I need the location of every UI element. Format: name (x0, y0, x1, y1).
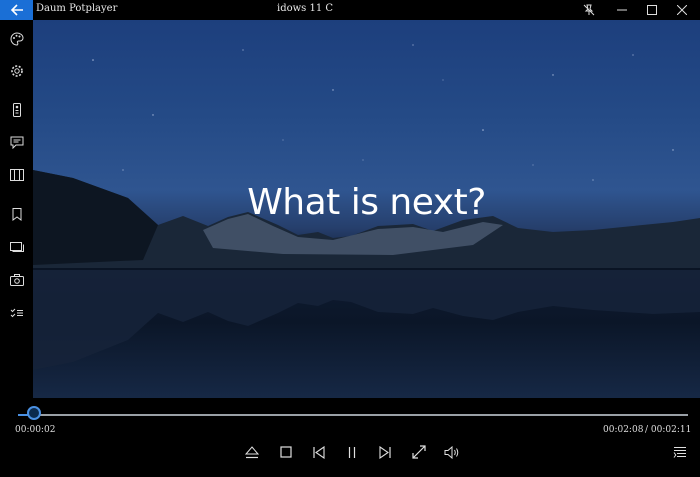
remaining-time: 00:02:08 (603, 425, 644, 435)
minimize-button[interactable] (607, 0, 637, 20)
fullscreen-button[interactable] (407, 442, 431, 462)
back-button[interactable] (0, 0, 33, 20)
window-mode-button[interactable] (0, 234, 33, 258)
screenshot-icon (9, 274, 24, 286)
pause-button[interactable] (340, 442, 364, 462)
seek-bar[interactable] (18, 414, 688, 416)
bookmark-icon (12, 207, 21, 221)
volume-icon (444, 445, 459, 459)
playlist-icon (673, 447, 686, 458)
stop-button[interactable] (274, 442, 298, 462)
pin-button[interactable] (574, 0, 604, 20)
stop-icon (280, 446, 292, 458)
seek-handle[interactable] (27, 406, 41, 420)
pin-icon (583, 4, 595, 16)
total-time: / 00:02:11 (645, 425, 692, 435)
remote-button[interactable] (0, 98, 33, 122)
current-time: 00:00:02 (15, 425, 56, 435)
layout-button[interactable] (0, 163, 33, 187)
maximize-button[interactable] (637, 0, 667, 20)
close-button[interactable] (667, 0, 697, 20)
pause-icon (348, 446, 356, 458)
app-title: Daum Potplayer (36, 3, 118, 14)
bookmark-button[interactable] (0, 202, 33, 226)
remote-icon (12, 103, 21, 117)
previous-icon (313, 445, 325, 459)
layout-icon (9, 169, 24, 181)
settings-icon (10, 65, 23, 77)
control-bar (0, 398, 700, 477)
previous-button[interactable] (307, 442, 331, 462)
video-frame[interactable]: What is next? (33, 20, 700, 398)
next-button[interactable] (373, 442, 397, 462)
subtitle-icon (10, 136, 23, 149)
playlist-button[interactable] (668, 442, 692, 462)
sidebar (0, 20, 33, 400)
playlist-check-icon (10, 308, 23, 318)
playlist-check-button[interactable] (0, 301, 33, 325)
eject-icon (245, 445, 259, 458)
title-bar: Daum Potplayer idows 11 C (0, 0, 700, 20)
next-icon (379, 445, 391, 459)
volume-button[interactable] (440, 442, 464, 462)
window-icon (9, 241, 24, 252)
video-title: idows 11 C (277, 3, 334, 14)
palette-icon (10, 32, 24, 46)
eject-button[interactable] (240, 442, 264, 462)
subtitle-button[interactable] (0, 130, 33, 154)
skin-button[interactable] (0, 27, 33, 51)
close-icon (677, 5, 687, 15)
minimize-icon (617, 9, 627, 11)
screenshot-button[interactable] (0, 268, 33, 292)
video-caption: What is next? (247, 182, 486, 223)
fullscreen-icon (412, 445, 426, 459)
maximize-icon (647, 5, 657, 15)
settings-button[interactable] (0, 59, 33, 83)
back-arrow-icon (10, 4, 23, 16)
